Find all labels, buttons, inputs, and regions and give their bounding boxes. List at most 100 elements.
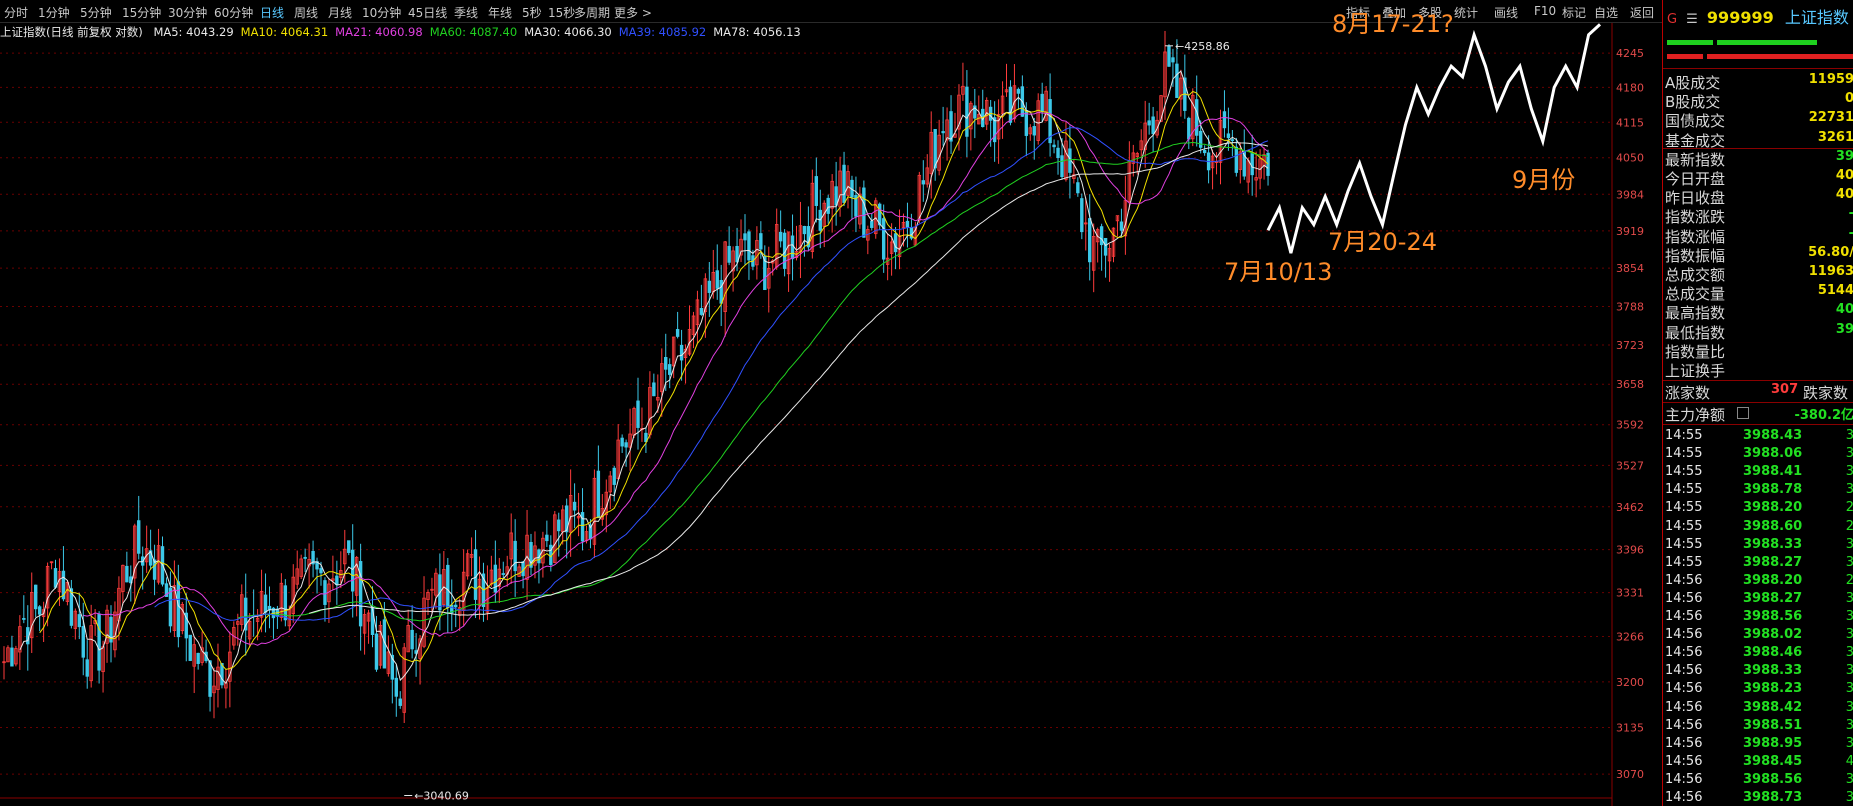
tick-row: 14:55 3988.41 3 (1663, 464, 1853, 482)
main-flow-icon[interactable] (1737, 407, 1749, 419)
candle-body (513, 540, 517, 572)
tick-row: 14:56 3988.51 3 (1663, 718, 1853, 736)
kline-chart-svg[interactable]: 4245 4180 4115 4050 3984 3919 3854 3788 3723 3658… (0, 0, 1662, 806)
period-tab[interactable]: 年线 (488, 4, 512, 21)
tick-price: 3988.41 (1743, 464, 1803, 480)
tick-time: 14:56 (1665, 790, 1703, 805)
period-tab[interactable]: 日线 (260, 4, 284, 21)
candle-body (410, 629, 414, 650)
strength-bar-green (1667, 40, 1713, 45)
candle-body (303, 556, 307, 559)
period-tab[interactable]: 更多 > (614, 4, 652, 21)
g-icon[interactable]: G (1667, 12, 1677, 27)
y-tick-label: 4245 (1616, 47, 1644, 60)
candle-body (85, 659, 89, 677)
tick-row: 14:56 3988.33 3 (1663, 663, 1853, 681)
candle-body (743, 233, 747, 241)
period-tab[interactable]: 45日线 (408, 4, 447, 21)
period-tab[interactable]: 分时 (4, 4, 28, 21)
kline-chart[interactable]: 4245 4180 4115 4050 3984 3919 3854 3788 3723 3658… (0, 0, 1662, 806)
tick-row: 14:56 3988.56 3 (1663, 609, 1853, 627)
period-tab[interactable]: 月线 (328, 4, 352, 21)
menu-icon[interactable]: ☰ (1686, 12, 1698, 27)
tick-row: 14:55 3988.20 2 (1663, 500, 1853, 518)
candle-body (1016, 88, 1021, 94)
tool-button[interactable]: 标记 (1562, 4, 1586, 21)
period-tab[interactable]: 60分钟 (214, 4, 253, 21)
y-tick-label: 3266 (1616, 630, 1644, 643)
tick-time: 14:55 (1665, 482, 1703, 498)
candle-body (208, 660, 212, 697)
period-tab[interactable]: 5分钟 (80, 4, 112, 21)
tick-volume: 2 (1846, 573, 1853, 588)
quote-row-label: 指数涨幅 (1665, 227, 1726, 246)
tick-volume: 3 (1846, 591, 1853, 606)
tool-button[interactable]: 自选 (1594, 4, 1618, 21)
ma-line (19, 70, 1269, 685)
ma-line (83, 111, 1269, 646)
candle-body (398, 698, 402, 706)
candle-body (842, 164, 846, 203)
period-tab[interactable]: 15秒 (548, 4, 575, 21)
tick-time: 14:55 (1665, 500, 1703, 516)
tool-button[interactable]: 画线 (1494, 4, 1518, 21)
period-tab[interactable]: 1分钟 (38, 4, 70, 21)
period-tab[interactable]: 10分钟 (362, 4, 401, 21)
candle-body (652, 382, 656, 397)
strength-bar-red-2 (1707, 54, 1853, 59)
tool-button[interactable]: F10 (1534, 4, 1556, 18)
period-tab[interactable]: 季线 (454, 4, 478, 21)
candle-body (446, 564, 450, 608)
candle-body (97, 613, 101, 671)
quote-row-value: - (1849, 226, 1853, 241)
y-tick-label: 3788 (1616, 301, 1644, 314)
candle-body (759, 233, 763, 250)
tick-volume: 3 (1846, 627, 1853, 642)
period-tab[interactable]: 周线 (294, 4, 318, 21)
quote-row: 最高指数 40 (1663, 302, 1853, 322)
period-tab[interactable]: 15分钟 (122, 4, 161, 21)
tick-volume: 3 (1846, 772, 1853, 787)
tick-row: 14:55 3988.06 3 (1663, 446, 1853, 464)
y-tick-label: 3462 (1616, 501, 1644, 514)
tick-price: 3988.56 (1743, 609, 1803, 624)
candle-body (933, 128, 937, 169)
tick-price: 3988.42 (1743, 699, 1803, 715)
candle-body (1226, 133, 1231, 139)
candle-body (778, 231, 783, 242)
candle-body (572, 501, 577, 511)
candle-body (636, 400, 640, 428)
tick-row: 14:56 3988.20 2 (1663, 573, 1853, 591)
candle-body (335, 575, 339, 586)
ma-legend-item: MA10: 4064.31 (240, 25, 329, 39)
candle-body (949, 111, 953, 142)
candle-body (81, 626, 85, 658)
candle-body (1060, 155, 1064, 178)
period-tab[interactable]: 30分钟 (168, 4, 207, 21)
candle-body (790, 235, 795, 260)
tick-price: 3988.33 (1743, 536, 1803, 552)
quote-row-label: 指数涨跌 (1665, 208, 1726, 227)
tick-volume: 3 (1846, 428, 1853, 443)
tick-time: 14:55 (1665, 536, 1703, 552)
period-tab[interactable]: 多周期 (574, 4, 610, 21)
tick-time: 14:56 (1665, 753, 1703, 769)
tick-time: 14:56 (1665, 572, 1703, 588)
period-tab[interactable]: 5秒 (522, 4, 542, 21)
tick-time: 14:56 (1665, 771, 1703, 787)
quote-row-label: 总成交量 (1665, 285, 1726, 304)
quote-row: 指数涨跌 - (1663, 206, 1853, 227)
candle-body (137, 520, 141, 554)
projection-line (1266, 23, 1602, 254)
quote-row-value: - (1849, 206, 1853, 221)
tick-row: 14:55 3988.33 3 (1663, 537, 1853, 555)
candle-body (77, 614, 81, 628)
tick-row: 14:55 3988.43 3 (1663, 428, 1853, 446)
y-tick-label: 4180 (1616, 81, 1644, 94)
ma-legend-item: MA78: 4056.13 (713, 25, 801, 39)
tick-row: 14:56 3988.27 3 (1663, 591, 1853, 609)
y-tick-label: 3331 (1616, 587, 1644, 600)
tool-button[interactable]: 统计 (1454, 4, 1478, 21)
candle-body (1040, 93, 1044, 113)
tool-button[interactable]: 返回 (1630, 4, 1654, 21)
